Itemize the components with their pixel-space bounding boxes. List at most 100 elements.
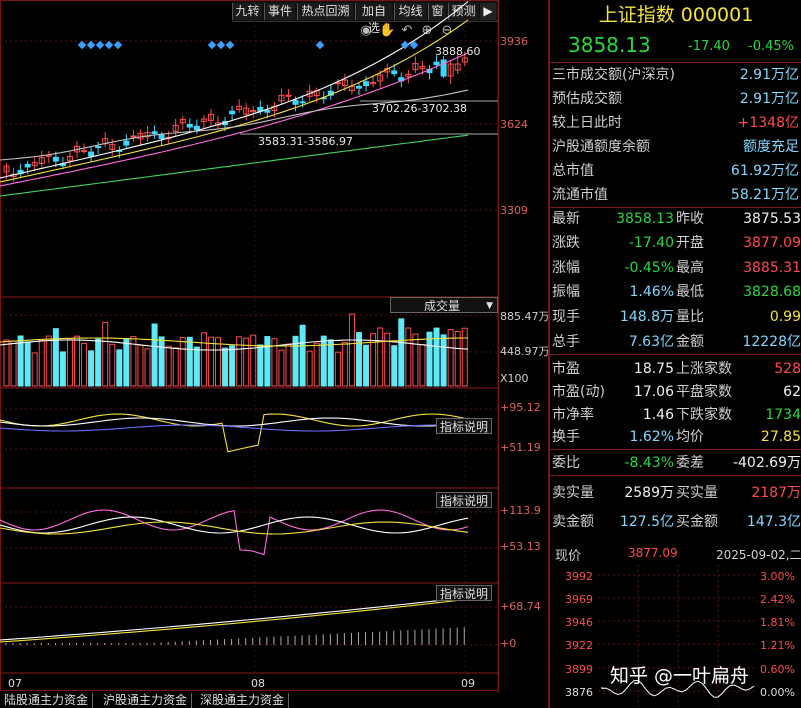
quote-label: 昨收 <box>676 211 704 227</box>
volume-bar <box>341 341 348 387</box>
volume-bar <box>222 347 229 387</box>
volume-bar <box>454 331 461 387</box>
indicator-tag-1[interactable]: 指标说明 <box>436 418 493 434</box>
candle <box>81 150 88 153</box>
quote-value: 1.46 <box>642 407 674 423</box>
candle <box>292 99 299 105</box>
quote-value: -0.45% <box>624 260 674 276</box>
signal-diamond <box>95 40 105 50</box>
index-code: 000001 <box>680 4 754 26</box>
volume-tag[interactable]: 成交量 ▼ <box>390 297 498 313</box>
indicator-tag-2[interactable]: 指标说明 <box>436 492 493 508</box>
summary-row: 三市成交额(沪深京) 2.91万亿 <box>552 63 801 87</box>
volume-bar <box>426 331 433 387</box>
quote-row: 涨幅 -0.45% 最高 3885.31 <box>552 256 801 280</box>
quote-value: 7.63亿 <box>628 334 674 350</box>
quote-value: 127.5亿 <box>619 514 674 530</box>
quote-value: 27.85 <box>760 429 801 445</box>
quote-label: 量比 <box>676 309 704 325</box>
quote-value: -402.69万 <box>732 455 801 471</box>
intraday-right-tick: 2.42% <box>760 593 795 606</box>
quote-row: 卖金额 127.5亿 买金额 147.3亿 <box>552 510 801 534</box>
x-month-07: 07 <box>8 677 22 690</box>
summary-value: 额度充足 <box>743 139 799 155</box>
volume-bar <box>200 332 207 387</box>
volume-bar <box>109 343 116 387</box>
index-last: 3858.13 <box>568 33 651 57</box>
watermark: 知乎 @一叶扁舟 <box>610 665 750 687</box>
volume-bar <box>313 342 320 387</box>
quote-label: 市盈(动) <box>552 384 605 400</box>
volume-bar <box>236 336 243 387</box>
quote-label: 委差 <box>676 455 704 471</box>
price-axis-mid: 3624 <box>500 118 528 131</box>
volume-bar <box>334 351 341 387</box>
line2-annotation: 3583.31-3586.97 <box>258 135 353 148</box>
volume-bar <box>95 338 102 387</box>
candle <box>356 85 362 89</box>
tab-lugutong[interactable]: 陆股通主力资金 <box>0 693 94 708</box>
volume-bar <box>38 339 45 387</box>
ind3-axis-a: +68.74 <box>500 600 541 613</box>
candle <box>229 110 236 115</box>
quote-row: 总手 7.63亿 金额 12228亿 <box>550 330 801 355</box>
indicator-tag-3[interactable]: 指标说明 <box>436 585 493 601</box>
intraday-left-tick: 3876 <box>565 686 593 699</box>
ind3-axis-b: +0 <box>500 637 517 650</box>
quote-label: 涨幅 <box>552 260 580 276</box>
quote-label: 买实量 <box>676 485 718 501</box>
signal-diamond <box>315 40 325 50</box>
quote-label: 上涨家数 <box>676 361 732 377</box>
summary-value: +1348亿 <box>737 115 799 131</box>
volume-bar <box>137 344 144 387</box>
quote-value: -17.40 <box>628 235 674 251</box>
quote-value: 528 <box>774 361 801 377</box>
volume-bar <box>370 333 377 387</box>
volume-bar <box>45 335 52 387</box>
quote-label: 最低 <box>676 284 704 300</box>
quote-value: 1.46% <box>629 284 674 300</box>
volume-bar <box>412 333 419 387</box>
index-title: 上证指数 000001 <box>553 2 799 28</box>
quote-label: 下跌家数 <box>676 407 732 423</box>
intraday-right-tick: 0.60% <box>760 663 795 676</box>
volume-bar <box>215 337 221 387</box>
intraday-left-tick: 3922 <box>565 639 593 652</box>
summary-value: 61.92万亿 <box>730 163 799 179</box>
index-name: 上证指数 <box>598 4 675 26</box>
quote-value: 3875.53 <box>743 211 801 227</box>
candle <box>186 123 193 128</box>
intraday-right-tick: 1.21% <box>760 639 795 652</box>
tab-hugutong[interactable]: 沪股通主力资金 <box>99 693 193 708</box>
line1-annotation: 3702.26-3702.38 <box>372 102 467 115</box>
summary-label: 流通市值 <box>552 187 608 203</box>
index-change: -17.40 <box>688 39 730 54</box>
signal-diamond <box>216 40 226 50</box>
volume-bar <box>81 342 88 387</box>
quote-row: 换手 1.62% 均价 27.85 <box>550 425 801 450</box>
tab-shengutong[interactable]: 深股通主力资金 <box>196 693 290 708</box>
quote-label: 卖实量 <box>552 485 594 501</box>
signal-diamond <box>225 40 235 50</box>
candle <box>193 125 200 131</box>
signal-diamond <box>77 40 87 50</box>
quote-value: 17.06 <box>633 384 674 400</box>
volume-axis-mid: 448.97万 <box>500 345 550 358</box>
candle <box>285 94 292 97</box>
quote-value: -8.43% <box>624 455 674 471</box>
candle <box>264 109 271 113</box>
candle <box>151 131 158 135</box>
stock-terminal: { "toolbar": { "buttons": ["九转","事件","热点… <box>0 0 801 708</box>
volume-bar <box>158 336 165 387</box>
volume-bar <box>377 327 384 387</box>
intraday-right-tick: 0.00% <box>760 686 795 699</box>
intraday-right-tick: 3.00% <box>760 570 795 583</box>
ind2-axis-a: +113.9 <box>500 504 541 517</box>
volume-bar <box>193 346 200 387</box>
volume-bar <box>398 318 405 387</box>
quote-label: 总手 <box>552 334 580 350</box>
volume-bar <box>3 339 10 387</box>
quote-label: 卖金额 <box>552 514 594 530</box>
summary-row: 总市值 61.92万亿 <box>552 159 801 183</box>
quote-value: 3877.09 <box>743 235 801 251</box>
